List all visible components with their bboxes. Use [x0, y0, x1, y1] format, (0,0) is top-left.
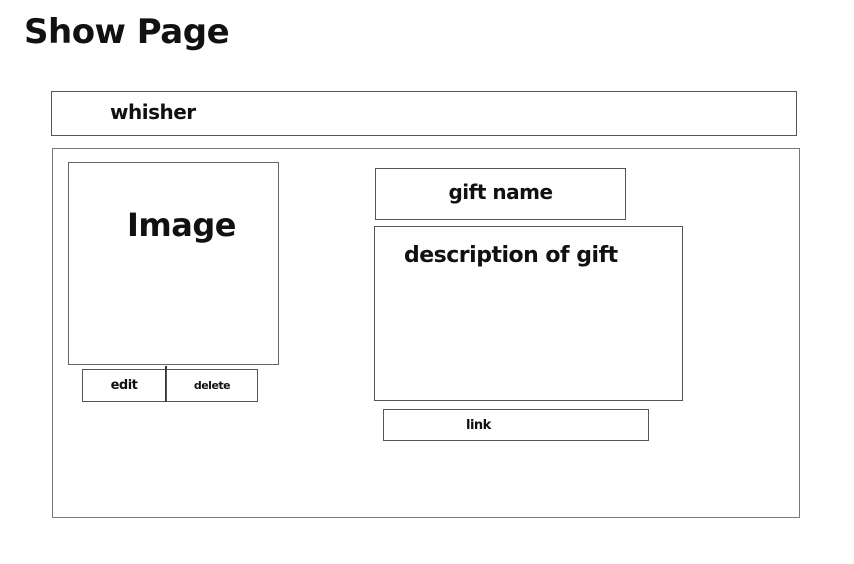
gift-description: description of gift	[404, 243, 618, 268]
gift-description-box: description of gift	[374, 226, 683, 401]
page-title: Show Page	[24, 12, 230, 52]
delete-button[interactable]: delete	[166, 369, 258, 402]
edit-button-label: edit	[110, 378, 138, 393]
gift-link-label: link	[466, 417, 491, 433]
navbar: whisher	[51, 91, 797, 136]
gift-link-button[interactable]: link	[383, 409, 649, 441]
image-placeholder-label: Image	[127, 206, 236, 244]
gift-name: gift name	[448, 180, 553, 204]
nav-brand[interactable]: whisher	[110, 98, 196, 126]
gift-name-box: gift name	[375, 168, 626, 220]
delete-button-label: delete	[193, 379, 231, 392]
edit-button[interactable]: edit	[82, 369, 166, 402]
gift-image: Image	[68, 162, 279, 365]
